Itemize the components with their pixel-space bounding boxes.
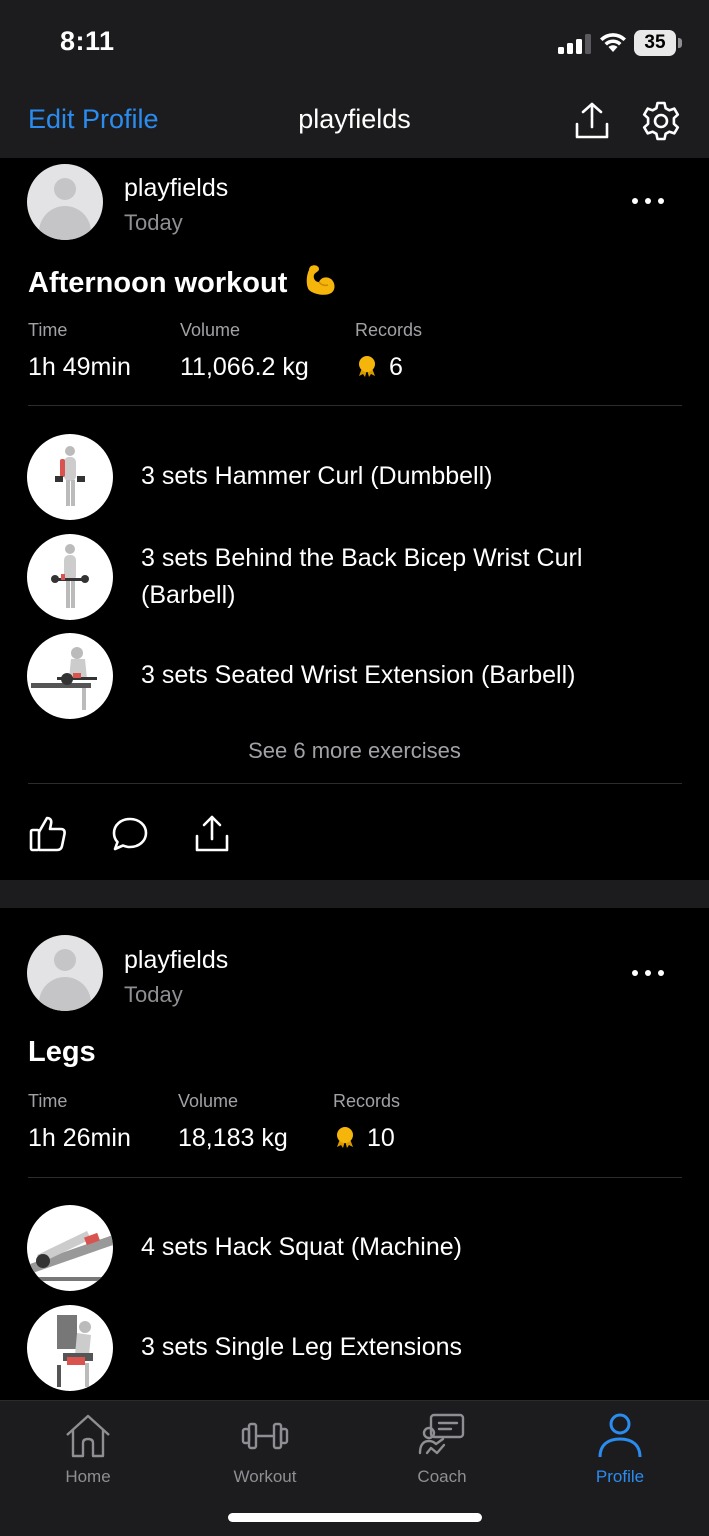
- workout-post: playfields Today Legs Time 1h 26min Volu…: [0, 908, 709, 1400]
- exercise-name: 3 sets Behind the Back Bicep Wrist Curl …: [141, 544, 583, 609]
- share-icon[interactable]: [572, 100, 612, 142]
- exercise-thumbnail: [27, 534, 113, 620]
- workout-title: Legs: [28, 1036, 96, 1068]
- exercise-row[interactable]: 4 sets Hack Squat (Machine): [27, 1205, 687, 1291]
- exercise-name: 4 sets Hack Squat (Machine): [141, 1233, 462, 1261]
- exercise-row[interactable]: 3 sets Behind the Back Bicep Wrist Curl …: [27, 534, 687, 620]
- post-separator: [0, 880, 709, 908]
- stat-time-label: Time: [28, 1091, 68, 1111]
- post-username[interactable]: playfields: [124, 174, 228, 203]
- medal-icon: [359, 356, 375, 377]
- exercise-thumbnail: [27, 1305, 113, 1391]
- medal-icon: [337, 1127, 353, 1148]
- person-icon: [598, 1413, 642, 1458]
- tab-profile[interactable]: Profile: [560, 1411, 680, 1486]
- tab-coach-label: Coach: [417, 1467, 467, 1486]
- divider: [28, 405, 682, 406]
- tab-workout[interactable]: Workout: [205, 1411, 325, 1486]
- stat-volume-value: 18,183 kg: [178, 1124, 288, 1152]
- exercise-thumbnail: [27, 1205, 113, 1291]
- avatar[interactable]: [27, 935, 103, 1011]
- exercise-name: 3 sets Hammer Curl (Dumbbell): [141, 462, 493, 490]
- workout-title: Afternoon workout: [28, 262, 339, 300]
- comment-bubble-icon[interactable]: [110, 814, 150, 854]
- stat-time-value: 1h 26min: [28, 1124, 131, 1152]
- exercise-name: 3 sets Single Leg Extensions: [141, 1333, 463, 1361]
- tab-home[interactable]: Home: [28, 1411, 148, 1486]
- stat-time-value: 1h 49min: [28, 353, 131, 381]
- divider: [28, 783, 682, 784]
- cellular-signal-icon: [558, 34, 591, 54]
- top-bar: 8:11 35 Edit Profile playfields: [0, 0, 709, 158]
- stat-time-label: Time: [28, 320, 68, 340]
- dumbbell-icon: [241, 1422, 289, 1450]
- home-indicator[interactable]: [228, 1513, 482, 1522]
- exercise-thumbnail: [27, 434, 113, 520]
- battery-indicator: 35: [634, 30, 682, 56]
- see-more-exercises-link[interactable]: See 6 more exercises: [0, 738, 709, 764]
- tab-home-label: Home: [65, 1467, 111, 1486]
- more-options-icon[interactable]: [628, 192, 668, 212]
- exercise-row[interactable]: 3 sets Single Leg Extensions: [27, 1305, 687, 1391]
- post-date: Today: [124, 982, 183, 1007]
- stat-records-label: Records: [333, 1091, 401, 1111]
- stat-records: 10: [333, 1124, 395, 1153]
- workout-post: playfields Today Afternoon workout Time …: [0, 158, 709, 880]
- share-post-icon[interactable]: [192, 814, 232, 854]
- battery-level: 35: [634, 30, 676, 56]
- wifi-icon: [600, 33, 626, 52]
- exercise-name: 3 sets Seated Wrist Extension (Barbell): [141, 661, 576, 689]
- coach-icon: [418, 1413, 465, 1455]
- workout-title-text: Afternoon workout: [28, 267, 288, 299]
- post-date: Today: [124, 210, 183, 235]
- tab-profile-label: Profile: [595, 1467, 645, 1486]
- stat-records-value: 10: [367, 1124, 395, 1152]
- more-options-icon[interactable]: [628, 964, 668, 984]
- settings-gear-icon[interactable]: [640, 100, 682, 142]
- status-time: 8:11: [60, 26, 115, 56]
- stat-records-label: Records: [355, 320, 423, 340]
- flexed-biceps-icon: [307, 265, 335, 295]
- stat-records-value: 6: [389, 353, 403, 381]
- divider: [28, 1177, 682, 1178]
- avatar[interactable]: [27, 164, 103, 240]
- tab-workout-label: Workout: [233, 1467, 297, 1486]
- home-icon: [66, 1414, 110, 1458]
- like-thumbs-up-icon[interactable]: [28, 814, 68, 854]
- exercise-row[interactable]: 3 sets Hammer Curl (Dumbbell): [27, 434, 687, 520]
- tab-coach[interactable]: Coach: [382, 1411, 502, 1486]
- stat-volume-label: Volume: [178, 1091, 239, 1111]
- post-username[interactable]: playfields: [124, 946, 228, 975]
- stat-volume-value: 11,066.2 kg: [180, 353, 309, 381]
- stat-volume-label: Volume: [180, 320, 241, 340]
- battery-tip: [678, 38, 682, 48]
- exercise-row[interactable]: 3 sets Seated Wrist Extension (Barbell): [27, 633, 687, 719]
- stat-records: 6: [355, 353, 403, 382]
- exercise-thumbnail: [27, 633, 113, 719]
